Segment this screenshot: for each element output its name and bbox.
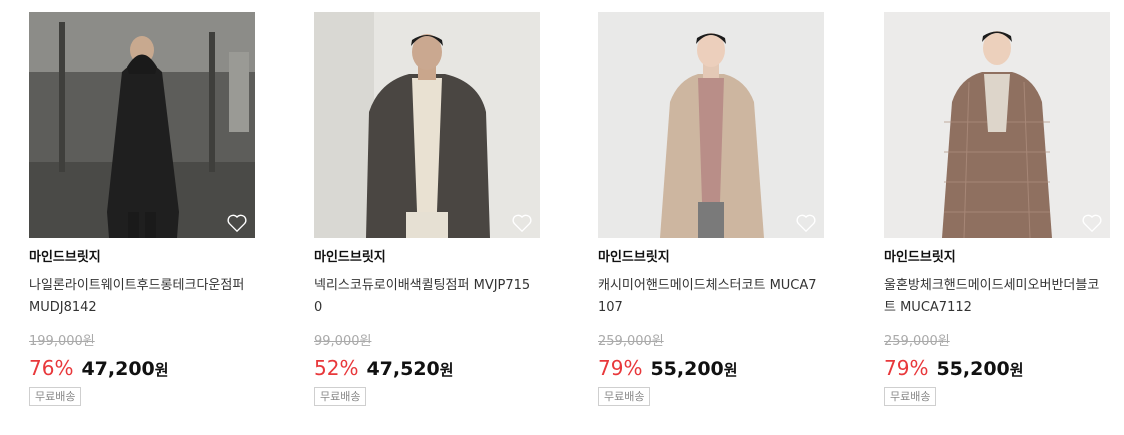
sale-price: 55,200 xyxy=(650,358,724,380)
discount-rate: 52% xyxy=(314,356,359,380)
free-shipping-badge: 무료배송 xyxy=(314,387,367,406)
free-shipping-badge: 무료배송 xyxy=(598,387,651,406)
wishlist-heart-icon[interactable] xyxy=(226,213,248,233)
brand-name[interactable]: 마인드브릿지 xyxy=(598,249,824,267)
brand-name[interactable]: 마인드브릿지 xyxy=(314,249,540,267)
free-shipping-badge: 무료배송 xyxy=(29,387,82,406)
brand-name[interactable]: 마인드브릿지 xyxy=(29,249,255,267)
product-photo-studio xyxy=(314,12,540,238)
currency-unit: 원 xyxy=(723,361,738,379)
original-price: 259,000원 xyxy=(884,334,950,349)
sale-price: 55,200 xyxy=(936,358,1010,380)
product-photo-studio xyxy=(884,12,1110,238)
product-image[interactable] xyxy=(314,12,540,238)
product-name[interactable]: 캐시미어핸드메이드체스터코트 MUCA7107 xyxy=(598,275,820,319)
sale-price: 47,200 xyxy=(81,358,155,380)
original-price: 259,000원 xyxy=(598,334,664,349)
product-image[interactable] xyxy=(598,12,824,238)
product-card[interactable]: 마인드브릿지 울혼방체크핸드메이드세미오버반더블코트 MUCA7112 259,… xyxy=(884,12,1110,406)
free-shipping-badge: 무료배송 xyxy=(884,387,937,406)
currency-unit: 원 xyxy=(1009,361,1024,379)
product-card[interactable]: 마인드브릿지 캐시미어핸드메이드체스터코트 MUCA7107 259,000원 … xyxy=(598,12,824,406)
product-photo-studio xyxy=(598,12,824,238)
price-row: 79% 55,200원 xyxy=(598,356,824,380)
price-row: 52% 47,520원 xyxy=(314,356,540,380)
discount-rate: 76% xyxy=(29,356,74,380)
product-name[interactable]: 울혼방체크핸드메이드세미오버반더블코트 MUCA7112 xyxy=(884,275,1106,319)
product-image[interactable] xyxy=(29,12,255,238)
discount-rate: 79% xyxy=(598,356,643,380)
currency-unit: 원 xyxy=(154,361,169,379)
brand-name[interactable]: 마인드브릿지 xyxy=(884,249,1110,267)
wishlist-heart-icon[interactable] xyxy=(1081,213,1103,233)
product-card[interactable]: 마인드브릿지 넥리스코듀로이배색퀼팅점퍼 MVJP7150 99,000원 52… xyxy=(314,12,540,406)
price-row: 76% 47,200원 xyxy=(29,356,255,380)
product-card[interactable]: 마인드브릿지 나일론라이트웨이트후드롱테크다운점퍼 MUDJ8142 199,0… xyxy=(29,12,255,406)
discount-rate: 79% xyxy=(884,356,929,380)
currency-unit: 원 xyxy=(439,361,454,379)
sale-price: 47,520 xyxy=(366,358,440,380)
product-name[interactable]: 나일론라이트웨이트후드롱테크다운점퍼 MUDJ8142 xyxy=(29,275,251,319)
product-photo-warehouse xyxy=(29,12,255,238)
wishlist-heart-icon[interactable] xyxy=(795,213,817,233)
original-price: 199,000원 xyxy=(29,334,95,349)
price-row: 79% 55,200원 xyxy=(884,356,1110,380)
original-price: 99,000원 xyxy=(314,334,372,349)
product-image[interactable] xyxy=(884,12,1110,238)
product-name[interactable]: 넥리스코듀로이배색퀼팅점퍼 MVJP7150 xyxy=(314,275,536,319)
wishlist-heart-icon[interactable] xyxy=(511,213,533,233)
